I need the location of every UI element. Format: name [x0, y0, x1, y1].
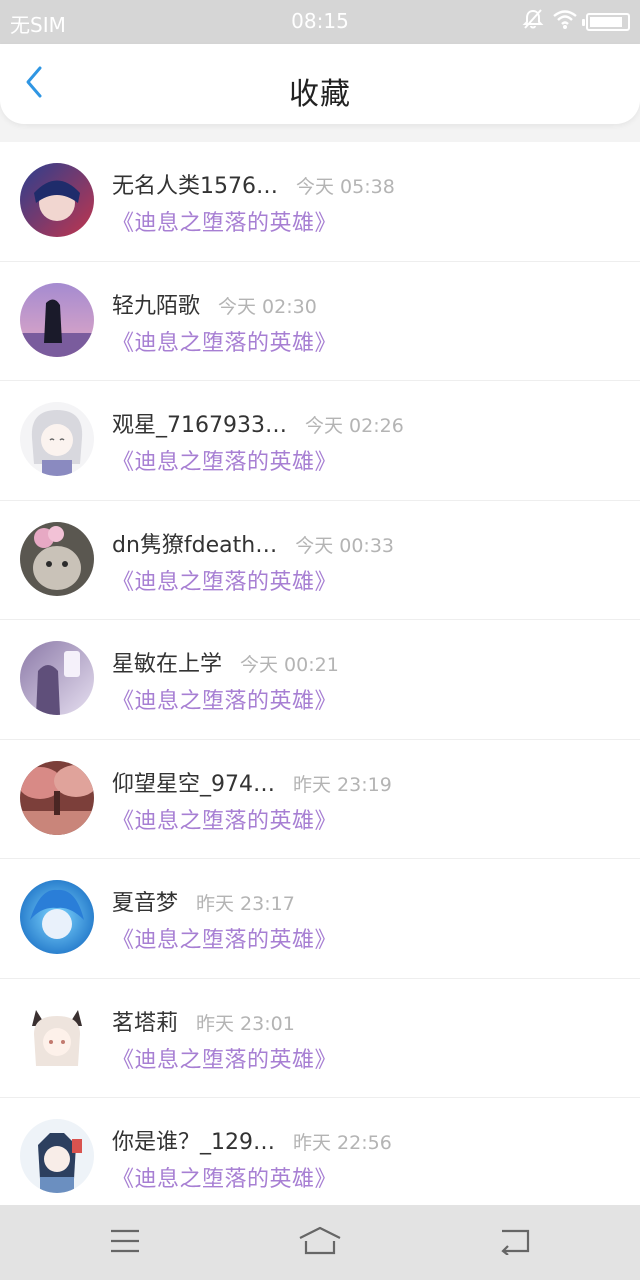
avatar[interactable] — [20, 999, 94, 1074]
username[interactable]: 观星_7167933… — [112, 407, 287, 439]
book-title-link[interactable]: 《迪息之堕落的英雄》 — [112, 325, 337, 357]
list-item[interactable]: 轻九陌歌 今天 02:30 《迪息之堕落的英雄》 — [0, 262, 640, 381]
avatar[interactable] — [20, 402, 94, 476]
list-item[interactable]: 仰望星空_974… 昨天 23:19 《迪息之堕落的英雄》 — [0, 740, 640, 859]
timestamp: 今天 00:21 — [240, 654, 339, 676]
timestamp: 今天 02:26 — [304, 415, 404, 437]
avatar[interactable] — [20, 1119, 94, 1193]
title-bar: 收藏 — [0, 44, 640, 124]
battery-icon — [582, 12, 630, 31]
back-nav-button[interactable] — [485, 1223, 545, 1263]
username[interactable]: 无名人类1576… — [112, 168, 278, 200]
book-title-link[interactable]: 《迪息之堕落的英雄》 — [112, 1042, 337, 1074]
avatar[interactable] — [20, 880, 94, 954]
timestamp: 昨天 23:01 — [196, 1012, 295, 1035]
username[interactable]: 轻九陌歌 — [112, 288, 200, 320]
timestamp: 昨天 22:56 — [293, 1132, 392, 1154]
list-item[interactable]: 夏音梦 昨天 23:17 《迪息之堕落的英雄》 — [0, 859, 640, 979]
username[interactable]: 星敏在上学 — [112, 646, 222, 678]
status-icons — [522, 8, 630, 35]
avatar[interactable] — [20, 282, 94, 357]
book-title-link[interactable]: 《迪息之堕落的英雄》 — [112, 564, 337, 596]
list-item[interactable]: 你是谁？_129… 昨天 22:56 《迪息之堕落的英雄》 — [0, 1098, 640, 1218]
timestamp: 昨天 23:19 — [293, 773, 392, 796]
timestamp: 今天 02:30 — [218, 295, 317, 318]
username[interactable]: dn隽獠fdeath… — [112, 527, 277, 559]
timestamp: 今天 00:33 — [295, 534, 395, 557]
list-item[interactable]: 无名人类1576… 今天 05:38 《迪息之堕落的英雄》 — [0, 142, 640, 262]
wifi-icon — [552, 8, 578, 35]
status-bar: 无SIM 08:15 — [0, 0, 640, 44]
username[interactable]: 仰望星空_974… — [112, 766, 275, 798]
username[interactable]: 夏音梦 — [112, 885, 178, 917]
username[interactable]: 你是谁？_129… — [112, 1124, 275, 1156]
list-item[interactable]: 观星_7167933… 今天 02:26 《迪息之堕落的英雄》 — [0, 381, 640, 501]
avatar[interactable] — [20, 521, 94, 596]
favorites-list: 无名人类1576… 今天 05:38 《迪息之堕落的英雄》 轻九陌歌 今天 02… — [0, 142, 640, 1218]
header-area: 收藏 — [0, 44, 640, 142]
book-title-link[interactable]: 《迪息之堕落的英雄》 — [112, 444, 337, 476]
page-title: 收藏 — [289, 77, 351, 112]
menu-button[interactable] — [95, 1223, 155, 1263]
username[interactable]: 茗塔莉 — [112, 1005, 178, 1037]
home-icon — [298, 1226, 342, 1260]
avatar[interactable] — [20, 760, 94, 835]
mute-icon — [522, 8, 544, 35]
system-nav-bar — [0, 1205, 640, 1280]
list-item[interactable]: dn隽獠fdeath… 今天 00:33 《迪息之堕落的英雄》 — [0, 501, 640, 620]
timestamp: 昨天 23:17 — [196, 893, 295, 915]
list-item[interactable]: 星敏在上学 今天 00:21 《迪息之堕落的英雄》 — [0, 620, 640, 740]
list-item[interactable]: 茗塔莉 昨天 23:01 《迪息之堕落的英雄》 — [0, 979, 640, 1098]
menu-icon — [109, 1228, 141, 1258]
book-title-link[interactable]: 《迪息之堕落的英雄》 — [112, 205, 337, 237]
avatar[interactable] — [20, 641, 94, 715]
book-title-link[interactable]: 《迪息之堕落的英雄》 — [112, 922, 337, 954]
home-button[interactable] — [290, 1223, 350, 1263]
book-title-link[interactable]: 《迪息之堕落的英雄》 — [112, 1161, 337, 1193]
timestamp: 今天 05:38 — [296, 176, 395, 198]
avatar[interactable] — [20, 163, 94, 237]
book-title-link[interactable]: 《迪息之堕落的英雄》 — [112, 803, 337, 835]
book-title-link[interactable]: 《迪息之堕落的英雄》 — [112, 683, 337, 715]
back-icon — [498, 1227, 532, 1259]
